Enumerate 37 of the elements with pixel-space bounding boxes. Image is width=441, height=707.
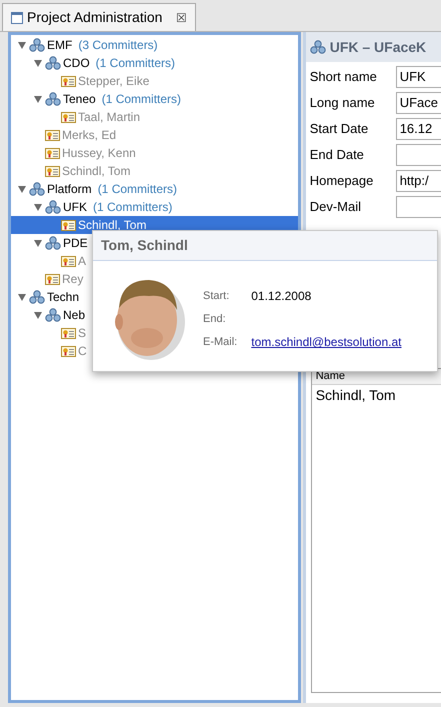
committer-name: A (78, 253, 86, 270)
committer-count: (1 Committers) (96, 55, 176, 72)
committer-count: (1 Committers) (102, 91, 182, 108)
committer-name: Hussey, Kenn (62, 145, 136, 162)
committer-name: Schindl, Tom (78, 217, 146, 234)
field-label: Long name (310, 94, 376, 112)
table-cell-text: Schindl, Tom (316, 386, 396, 404)
group-name: EMF (47, 37, 72, 54)
detail-title: UFK – UFaceK (330, 38, 426, 56)
field-label: Dev-Mail (310, 198, 362, 216)
field-label: Start Date (310, 120, 370, 138)
committer-name: Rey (62, 271, 84, 288)
committer-name: Merks, Ed (62, 127, 116, 144)
group-name: Teneo (63, 91, 96, 108)
tooltip-value: 01.12.2008 (251, 288, 312, 305)
tooltip-label: End: (203, 312, 227, 327)
committer-name: S (78, 325, 86, 342)
field-label: End Date (310, 146, 365, 164)
tooltip-label: E-Mail: (203, 335, 238, 350)
group-name: Techn (47, 289, 80, 306)
committer-count: (3 Committers) (78, 37, 158, 54)
group-name: Neb (63, 307, 86, 324)
group-name: PDE (63, 235, 88, 252)
committer-count: (1 Committers) (98, 181, 178, 198)
field-label: Homepage (310, 172, 374, 190)
committer-name: C (78, 343, 87, 360)
field-label: Short name (310, 68, 378, 86)
tooltip-label: Start: (203, 288, 230, 304)
tooltip-title: Tom, Schindl (101, 236, 188, 255)
group-name: UFK (63, 199, 87, 216)
committer-name: Stepper, Eike (78, 73, 150, 90)
committer-name: Taal, Martin (78, 109, 140, 126)
tab-title: Project Administration (27, 8, 162, 27)
committer-count: (1 Committers) (93, 199, 172, 216)
committer-name: Schindl, Tom (62, 163, 130, 180)
group-name: Platform (47, 181, 92, 198)
group-name: CDO (63, 55, 90, 72)
